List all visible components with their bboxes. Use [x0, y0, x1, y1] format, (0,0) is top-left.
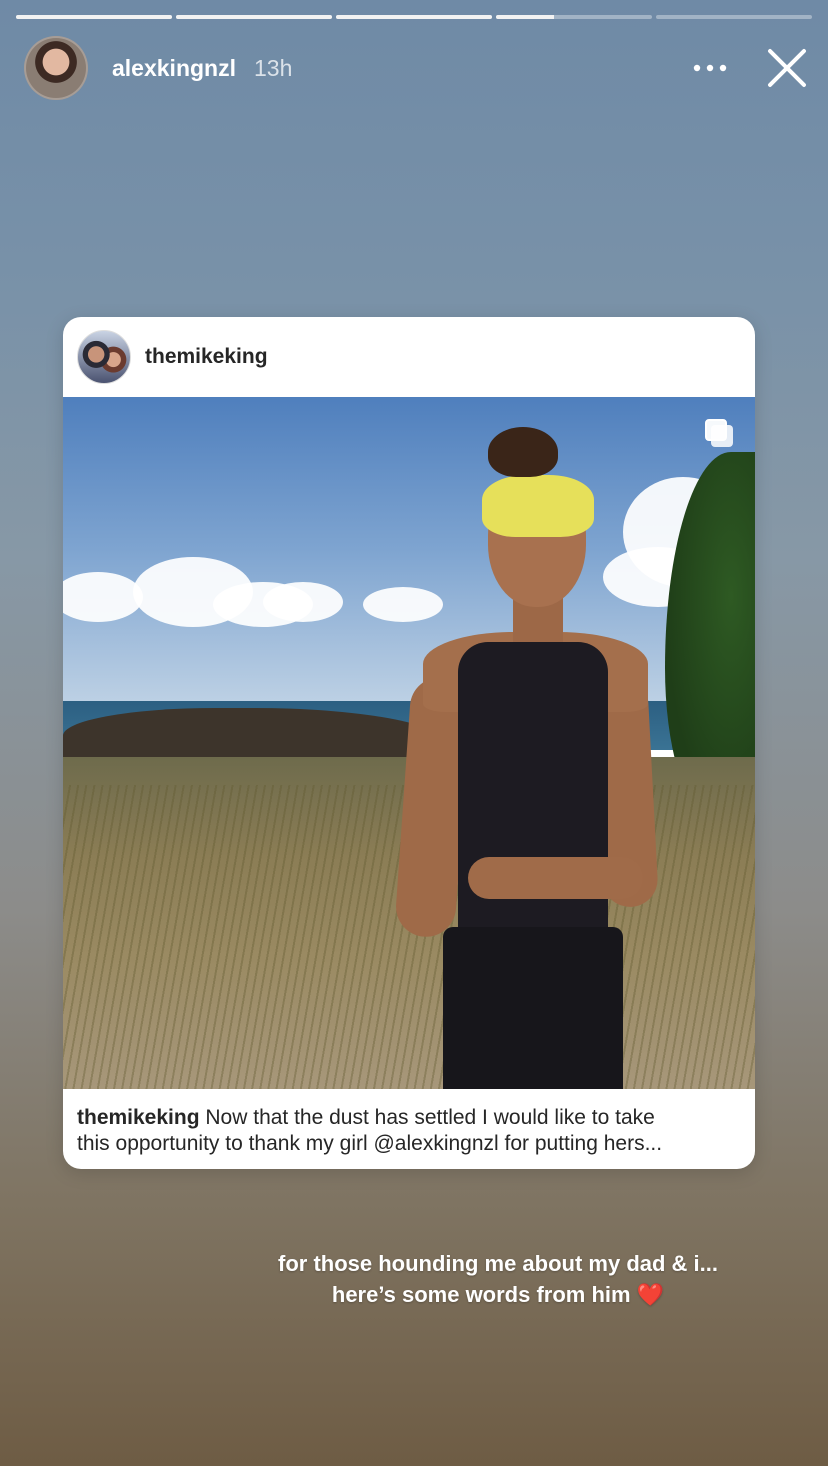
heart-icon: ❤️: [636, 1282, 665, 1307]
story-text-overlay: for those hounding me about my dad & i..…: [0, 1248, 828, 1310]
progress-segment-active: [496, 15, 652, 19]
close-icon[interactable]: [764, 45, 810, 91]
progress-segment: [176, 15, 332, 19]
shared-post-card[interactable]: themikeking themikeking Now that the dus…: [63, 317, 755, 1169]
story-header: alexkingnzl 13h: [24, 36, 810, 100]
story-progress-bar: [16, 15, 812, 19]
caption-text-line2: this opportunity to thank my girl @alexk…: [77, 1132, 663, 1155]
progress-segment: [656, 15, 812, 19]
person-figure: [388, 427, 659, 1089]
story-text-line1: for those hounding me about my dad & i..…: [278, 1251, 718, 1276]
post-avatar[interactable]: [77, 330, 131, 384]
post-photo[interactable]: [63, 397, 755, 1089]
post-username[interactable]: themikeking: [145, 345, 268, 369]
multiple-photos-icon: [705, 419, 733, 447]
caption-text-line1: Now that the dust has settled I would li…: [205, 1106, 655, 1129]
story-text-line2: here’s some words from him ❤️: [331, 1282, 665, 1307]
avatar[interactable]: [24, 36, 88, 100]
post-header[interactable]: themikeking: [63, 317, 755, 397]
post-caption[interactable]: themikeking Now that the dust has settle…: [63, 1089, 755, 1157]
caption-username: themikeking: [77, 1106, 200, 1129]
story-username[interactable]: alexkingnzl: [112, 55, 236, 82]
story-timestamp: 13h: [253, 54, 293, 81]
more-dots-icon[interactable]: [688, 46, 732, 90]
progress-segment: [16, 15, 172, 19]
progress-segment: [336, 15, 492, 19]
